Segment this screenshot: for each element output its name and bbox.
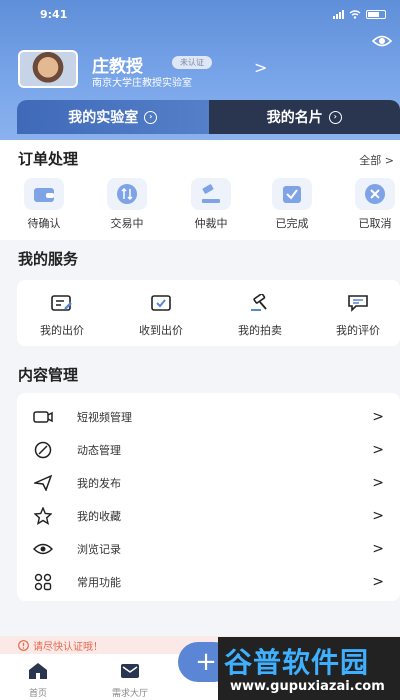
menu-label: 动态管理: [77, 444, 121, 457]
service-label: 我的出价: [40, 324, 84, 337]
chevron-right-icon: >: [372, 442, 384, 458]
order-item-cancelled[interactable]: 已取消: [345, 178, 400, 231]
menu-label: 短视频管理: [77, 411, 132, 424]
watermark-logo: 谷普软件园 www.gupuxiazai.com: [218, 637, 400, 700]
all-orders-link[interactable]: 全部 >: [359, 152, 394, 168]
check-box-icon: [272, 178, 312, 210]
order-item-pending[interactable]: 待确认: [14, 178, 74, 231]
battery-icon: [366, 10, 386, 19]
service-label: 收到出价: [139, 324, 183, 337]
cancel-icon: [355, 178, 395, 210]
exchange-icon: [107, 178, 147, 210]
status-icons: [333, 10, 386, 19]
menu-dynamic-management[interactable]: 动态管理 >: [17, 434, 400, 466]
menu-label: 我的发布: [77, 477, 121, 490]
order-item-arbitration[interactable]: 仲裁中: [181, 178, 241, 231]
chevron-right-icon: >: [372, 541, 384, 557]
chevron-right-icon: >: [372, 475, 384, 491]
profile-tabs: 我的实验室 › 我的名片 ›: [17, 100, 400, 134]
wallet-icon: [24, 178, 64, 210]
menu-common-functions[interactable]: 常用功能 >: [17, 566, 400, 598]
edit-card-icon: [51, 295, 72, 311]
visibility-eye-icon[interactable]: [372, 34, 392, 48]
menu-my-posts[interactable]: 我的发布 >: [17, 467, 400, 499]
order-label: 已完成: [275, 217, 309, 230]
menu-label: 我的收藏: [77, 510, 121, 523]
order-label: 待确认: [27, 217, 61, 230]
hammer-icon: [251, 293, 267, 311]
star-icon: [34, 507, 52, 525]
circle-arrow-icon: ›: [144, 110, 158, 124]
compass-icon: [34, 441, 52, 459]
eye-icon: [33, 543, 53, 555]
tab-my-lab-label: 我的实验室: [68, 110, 139, 126]
wifi-icon: [349, 10, 361, 19]
chevron-right-icon: >: [372, 508, 384, 524]
order-label: 已取消: [358, 217, 392, 230]
order-label: 仲裁中: [194, 217, 228, 230]
service-label: 我的评价: [336, 324, 380, 337]
avatar[interactable]: [18, 50, 78, 88]
menu-my-favorites[interactable]: 我的收藏 >: [17, 500, 400, 532]
nav-label: 首页: [28, 689, 47, 699]
tab-my-card[interactable]: 我的名片 ›: [208, 100, 400, 134]
circle-arrow-icon: ›: [328, 110, 342, 124]
watermark-url: www.gupuxiazai.com: [230, 679, 385, 694]
content-title: 内容管理: [18, 366, 79, 384]
profile-subtitle: 南京大学庄教授实验室: [92, 78, 192, 89]
profile-header: 9:41 庄教授 未认证 南京大学庄教授实验室 > 我的实验室 › 我的名片 ›: [0, 0, 400, 140]
verify-badge: 未认证: [172, 56, 212, 69]
orders-title: 订单处理: [18, 150, 79, 168]
content-menu: 短视频管理 > 动态管理 > 我的发布 > 我的收藏 > 浏览记录 > 常用功能…: [17, 393, 400, 601]
profile-arrow-icon[interactable]: >: [254, 58, 267, 77]
service-label: 我的拍卖: [238, 324, 282, 337]
chevron-right-icon: >: [372, 409, 384, 425]
watermark-main-text: 谷普软件园: [224, 646, 370, 679]
order-status-list: 待确认 交易中 仲裁中 已完成 已取消: [0, 178, 400, 234]
service-received-bid[interactable]: 收到出价: [121, 294, 201, 338]
menu-browse-history[interactable]: 浏览记录 >: [17, 533, 400, 565]
menu-video-management[interactable]: 短视频管理 >: [17, 401, 400, 433]
service-my-review[interactable]: 我的评价: [318, 294, 398, 338]
nav-label: 需求大厅: [111, 689, 148, 699]
home-icon: [29, 663, 47, 679]
menu-label: 浏览记录: [77, 543, 121, 556]
status-bar: 9:41: [40, 8, 386, 24]
signal-icon: [333, 10, 344, 19]
services-title: 我的服务: [18, 250, 79, 268]
chevron-right-icon: >: [372, 574, 384, 590]
tab-my-card-label: 我的名片: [266, 110, 323, 126]
gavel-icon: [191, 178, 231, 210]
service-my-bid[interactable]: 我的出价: [22, 294, 102, 338]
mail-icon: [121, 664, 139, 678]
nav-demand-hall[interactable]: 需求大厅: [100, 662, 160, 699]
service-my-auction[interactable]: 我的拍卖: [220, 293, 300, 338]
comment-icon: [348, 295, 368, 312]
notice-text: 请尽快认证哦！: [33, 641, 103, 653]
check-card-icon: [151, 295, 171, 311]
send-icon: [34, 475, 52, 491]
tab-my-lab[interactable]: 我的实验室 ›: [17, 100, 209, 134]
order-label: 交易中: [110, 217, 144, 230]
menu-label: 常用功能: [77, 576, 121, 589]
warning-icon: [18, 639, 29, 651]
video-icon: [33, 411, 53, 423]
grid-icon: [34, 573, 52, 591]
nav-home[interactable]: 首页: [8, 662, 68, 699]
order-item-completed[interactable]: 已完成: [262, 178, 322, 231]
order-item-trading[interactable]: 交易中: [97, 178, 157, 231]
status-time: 9:41: [40, 8, 68, 21]
services-card: 我的出价 收到出价 我的拍卖 我的评价: [17, 280, 400, 346]
